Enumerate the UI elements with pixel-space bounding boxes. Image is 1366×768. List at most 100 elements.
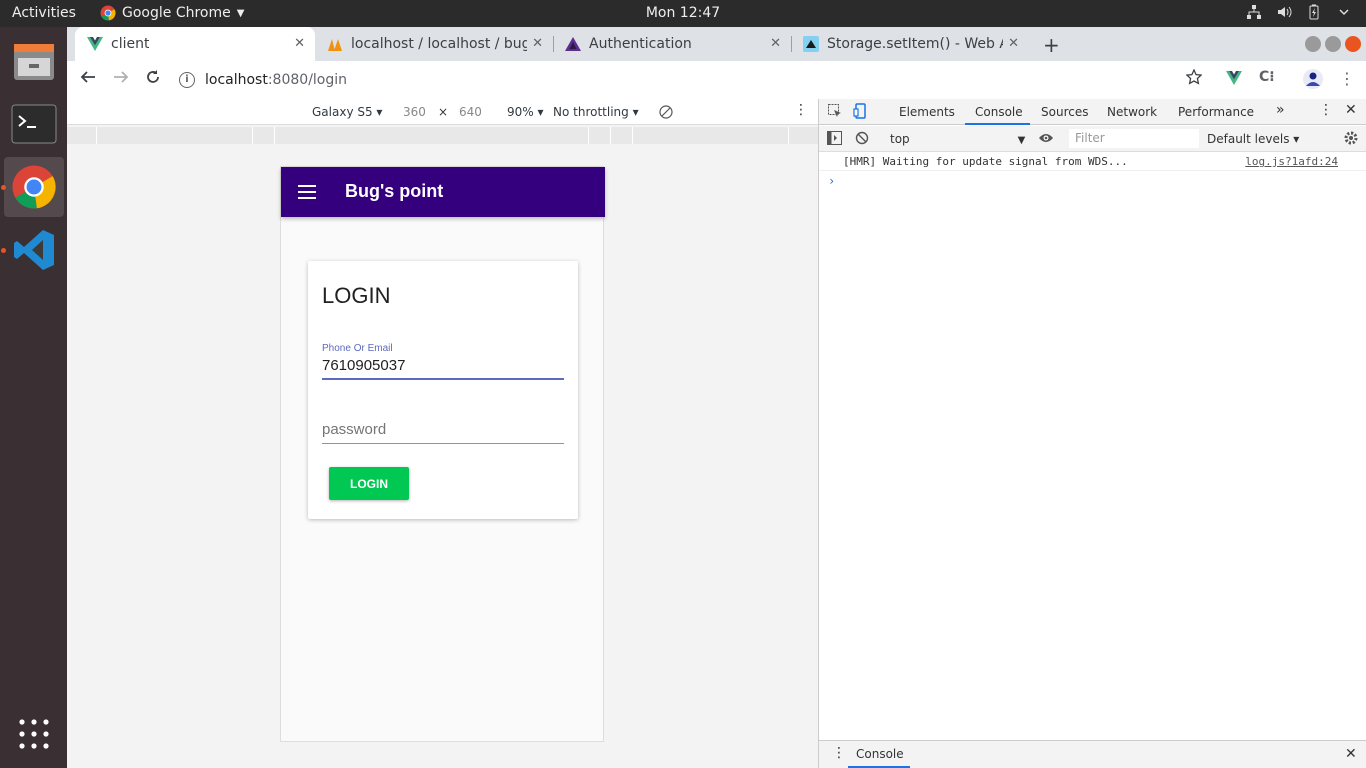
tab-phpmyadmin[interactable]: localhost / localhost / bug ✕ <box>315 27 553 61</box>
tab-title: localhost / localhost / bug <box>351 36 527 52</box>
chevron-down-icon: ▼ <box>236 7 245 19</box>
power-menu-icon[interactable] <box>1336 4 1352 20</box>
devtools-panel: Elements Console Sources Network Perform… <box>818 99 1366 768</box>
new-tab-button[interactable]: + <box>1043 33 1060 57</box>
tab-title: client <box>111 36 150 52</box>
zoom-select[interactable]: 90% ▾ <box>507 105 544 119</box>
vue-devtools-extension-icon[interactable] <box>1226 69 1242 90</box>
activities-button[interactable]: Activities <box>12 5 76 21</box>
more-vert-icon[interactable]: ⋮ <box>832 745 846 761</box>
filter-input[interactable]: Filter <box>1069 129 1199 148</box>
media-query-ruler[interactable] <box>67 127 818 144</box>
tab-console[interactable]: Console <box>975 105 1023 119</box>
eye-icon[interactable] <box>1038 131 1054 148</box>
login-button[interactable]: LOGIN <box>329 467 409 500</box>
back-button[interactable] <box>80 69 96 90</box>
reload-icon <box>147 70 159 83</box>
log-source-link[interactable]: log.js?1afd:24 <box>1245 155 1338 168</box>
login-card: LOGIN Phone Or Email 7610905037 password… <box>308 261 578 519</box>
tab-network[interactable]: Network <box>1107 105 1157 119</box>
more-tabs-icon[interactable]: » <box>1276 102 1285 118</box>
phone-email-field[interactable]: Phone Or Email 7610905037 <box>322 343 564 380</box>
address-bar[interactable]: i localhost:8080/login <box>179 65 1179 95</box>
width-input[interactable]: 360 <box>403 105 426 119</box>
zoom-value: 90% <box>507 105 534 119</box>
console-output: [HMR] Waiting for update signal from WDS… <box>819 152 1366 188</box>
clock[interactable]: Mon 12:47 <box>646 5 720 21</box>
emulated-page: Bug's point LOGIN Phone Or Email 7610905… <box>280 166 605 742</box>
device-select[interactable]: Galaxy S5 ▾ <box>312 105 382 119</box>
arrow-right-icon <box>114 71 129 83</box>
browser-toolbar: i localhost:8080/login C⁝ ⋮ <box>67 61 1366 99</box>
close-icon[interactable]: ✕ <box>1008 36 1019 51</box>
rotate-icon[interactable] <box>659 105 673 122</box>
app-name: Google Chrome <box>122 5 231 21</box>
tab-sources[interactable]: Sources <box>1041 105 1088 119</box>
login-heading: LOGIN <box>322 283 391 308</box>
hamburger-menu-icon[interactable] <box>298 185 316 203</box>
tab-title: Authentication <box>589 36 692 52</box>
more-vert-icon[interactable]: ⋮ <box>794 102 808 118</box>
device-toggle-icon[interactable] <box>853 103 869 122</box>
sidebar-toggle-icon[interactable] <box>827 131 842 148</box>
show-applications-button[interactable] <box>4 704 64 764</box>
volume-icon[interactable] <box>1276 4 1292 20</box>
system-top-bar: Activities Google Chrome ▼ Mon 12:47 <box>0 0 1366 27</box>
password-field[interactable]: password <box>322 421 564 444</box>
password-placeholder[interactable]: password <box>322 421 564 438</box>
close-icon[interactable]: ✕ <box>532 36 543 51</box>
dock-files[interactable] <box>4 31 64 91</box>
field-underline <box>322 443 564 444</box>
more-vert-icon[interactable]: ⋮ <box>1339 69 1355 88</box>
throttle-select[interactable]: No throttling ▾ <box>553 105 639 119</box>
levels-select[interactable]: Default levels ▾ <box>1207 132 1299 146</box>
close-window-button[interactable] <box>1345 36 1361 52</box>
inspect-element-icon[interactable] <box>827 103 843 122</box>
bookmark-star-icon[interactable] <box>1185 68 1203 90</box>
device-toolbar: Galaxy S5 ▾ 360 × 640 90% ▾ No throttlin… <box>67 99 818 125</box>
dock-terminal[interactable] <box>4 94 64 154</box>
forward-button[interactable] <box>113 69 129 90</box>
levels-value: Default levels <box>1207 132 1290 146</box>
close-icon[interactable]: ✕ <box>1345 746 1357 762</box>
height-input[interactable]: 640 <box>459 105 482 119</box>
context-value: top <box>890 132 910 146</box>
phone-email-value[interactable]: 7610905037 <box>322 357 564 374</box>
minimize-button[interactable] <box>1305 36 1321 52</box>
extension-icon[interactable]: C⁝ <box>1259 69 1275 85</box>
app-title: Bug's point <box>345 181 444 201</box>
tab-authentication[interactable]: Authentication ✕ <box>553 27 791 61</box>
dock-chrome[interactable] <box>1 157 64 217</box>
info-icon[interactable]: i <box>179 72 195 88</box>
profile-avatar[interactable] <box>1303 69 1323 94</box>
drawer-tab-console[interactable]: Console <box>856 747 904 761</box>
clear-console-icon[interactable] <box>855 131 869 148</box>
gear-icon[interactable] <box>1343 130 1359 149</box>
console-toolbar: top ▼ Filter Default levels ▾ <box>819 126 1366 152</box>
context-select[interactable]: top ▼ <box>890 132 1025 146</box>
tab-elements[interactable]: Elements <box>899 105 955 119</box>
running-indicator <box>1 248 6 253</box>
tab-performance[interactable]: Performance <box>1178 105 1254 119</box>
maximize-button[interactable] <box>1325 36 1341 52</box>
tab-storage-setitem[interactable]: Storage.setItem() - Web A ✕ <box>791 27 1029 61</box>
chrome-icon <box>12 165 56 209</box>
chrome-window: client ✕ localhost / localhost / bug ✕ A… <box>67 27 1366 768</box>
reload-button[interactable] <box>145 69 161 90</box>
more-vert-icon[interactable]: ⋮ <box>1319 102 1333 118</box>
device-name: Galaxy S5 <box>312 105 373 119</box>
network-icon[interactable] <box>1246 4 1262 20</box>
tab-title: Storage.setItem() - Web A <box>827 36 1003 52</box>
app-bar: Bug's point <box>281 167 605 217</box>
app-menu[interactable]: Google Chrome ▼ <box>100 5 244 21</box>
dock-vscode[interactable] <box>1 220 64 280</box>
battery-icon[interactable] <box>1306 4 1322 20</box>
tab-client[interactable]: client ✕ <box>75 27 315 61</box>
phone-email-label: Phone Or Email <box>322 343 393 354</box>
close-icon[interactable]: ✕ <box>770 36 781 51</box>
close-icon[interactable]: ✕ <box>1345 102 1357 118</box>
active-tab-indicator <box>965 123 1030 125</box>
ruler-segment <box>632 127 633 144</box>
console-prompt-icon[interactable]: › <box>828 174 835 188</box>
close-icon[interactable]: ✕ <box>294 36 305 51</box>
